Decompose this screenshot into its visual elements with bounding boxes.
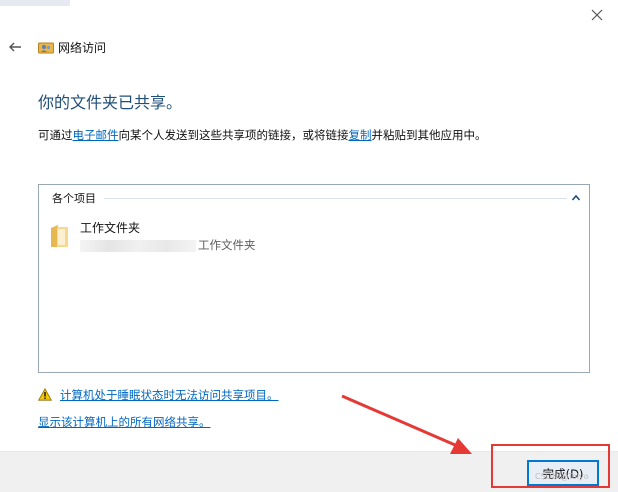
back-arrow-icon[interactable] <box>7 39 23 55</box>
item-name: 工作文件夹 <box>80 221 141 235</box>
title-blurred <box>0 0 70 6</box>
group-header[interactable]: 各个项目 <box>39 185 589 211</box>
window-title: 网络访问 <box>58 41 107 55</box>
share-description: 可通过电子邮件向某个人发送到这些共享项的链接，或将链接复制并粘贴到其他应用中。 <box>38 128 487 142</box>
navigation-bar: 网络访问 <box>0 30 618 64</box>
item-path: 工作文件夹 <box>80 237 256 253</box>
chevron-up-icon[interactable] <box>571 193 581 203</box>
page-heading: 你的文件夹已共享。 <box>38 93 183 112</box>
warning-icon <box>38 388 52 401</box>
watermark: CSDN @Tolyo <box>535 472 589 481</box>
show-all-shares-link[interactable]: 显示该计算机上的所有网络共享。 <box>38 414 211 430</box>
group-label: 各个项目 <box>52 192 96 205</box>
network-access-icon <box>38 42 54 54</box>
close-icon[interactable] <box>590 8 604 22</box>
shared-items-panel: 各个项目 工作文件夹 工作文件夹 <box>38 184 590 373</box>
title-bar <box>0 0 618 30</box>
group-divider <box>104 198 567 199</box>
annotation-arrow <box>341 394 472 454</box>
copy-link[interactable]: 复制 <box>349 128 372 142</box>
folder-icon <box>51 225 68 247</box>
email-link[interactable]: 电子邮件 <box>73 128 119 142</box>
redacted-path <box>80 239 196 252</box>
sleep-warning-link[interactable]: 计算机处于睡眠状态时无法访问共享项目。 <box>60 387 279 403</box>
annotation-highlight-box <box>491 444 610 488</box>
